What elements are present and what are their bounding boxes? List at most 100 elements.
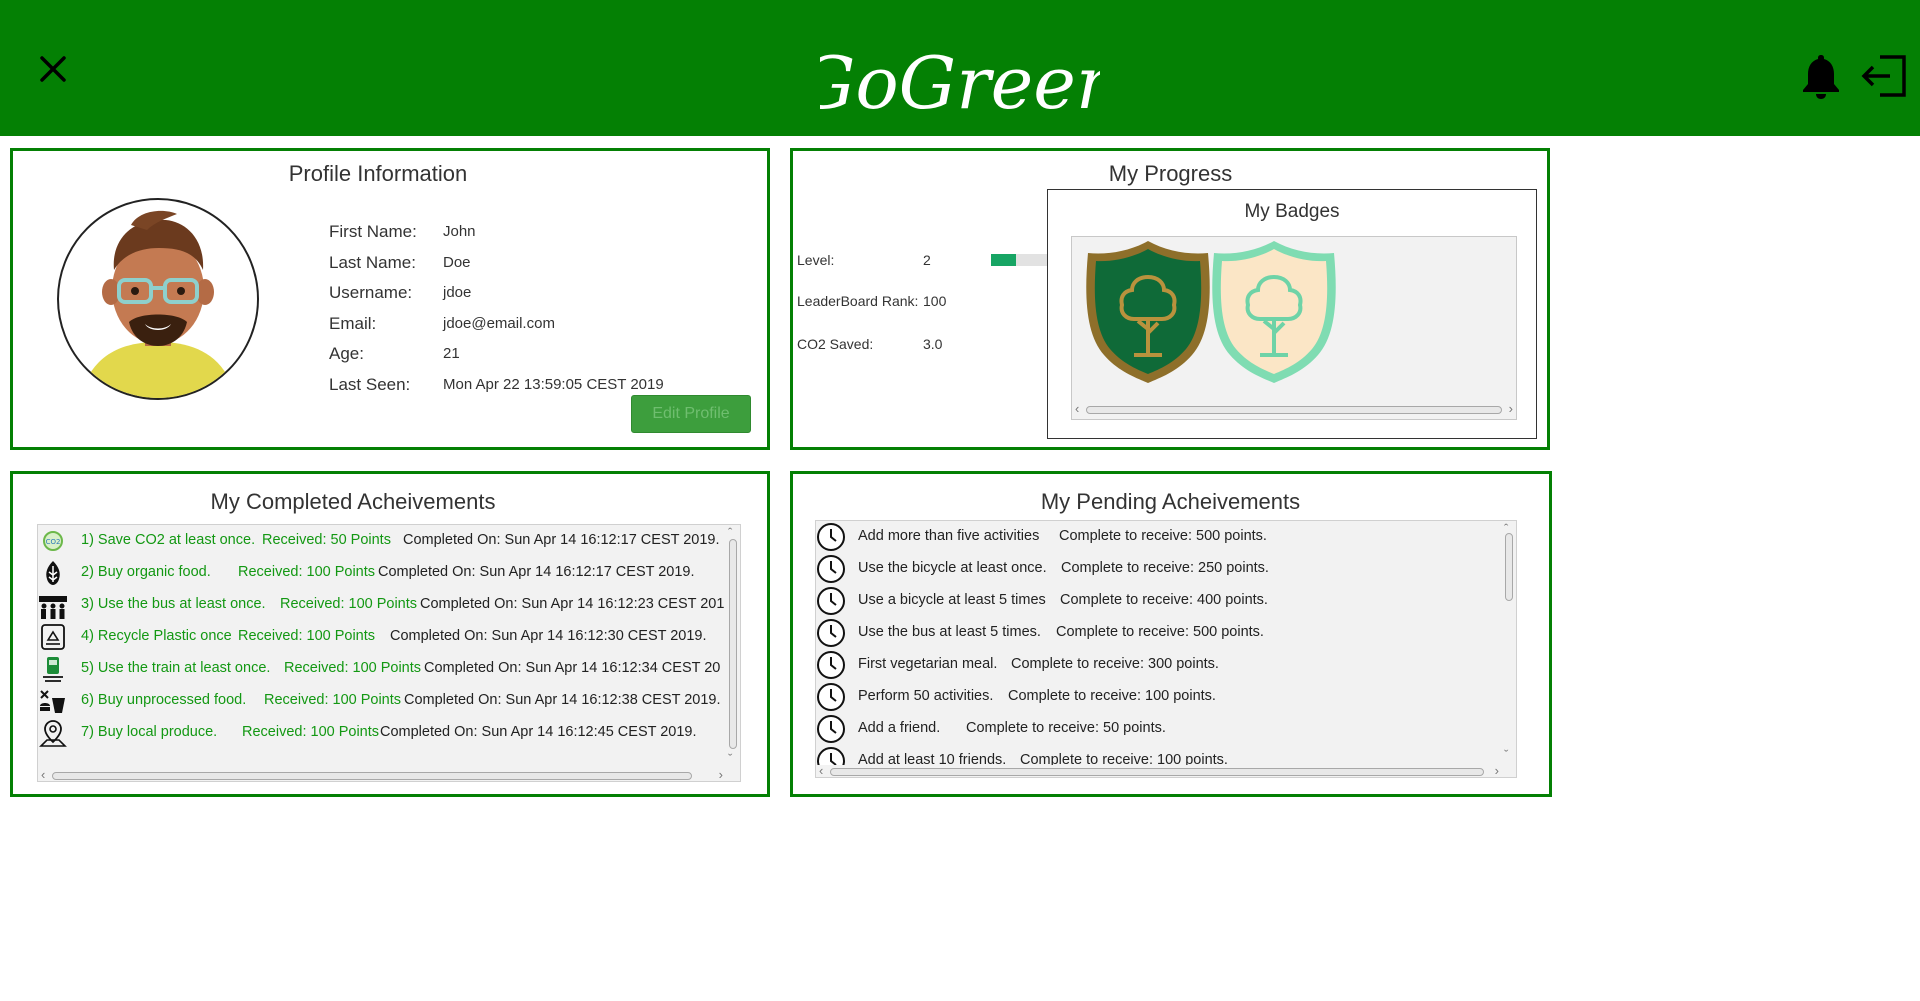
clock-icon (816, 618, 846, 648)
achievement-name: Use the bus at least 5 times. (858, 624, 1041, 640)
scroll-thumb[interactable] (729, 539, 737, 749)
co2-icon: CO2 (38, 526, 68, 556)
list-item[interactable]: CO2 1) Save CO2 at least once. Received:… (38, 525, 728, 557)
completed-vscrollbar[interactable]: ˆ ˇ (726, 525, 740, 769)
scroll-right-icon[interactable]: › (1509, 401, 1513, 416)
unprocessed-food-icon (38, 686, 68, 716)
email-value: jdoe@email.com (443, 314, 555, 332)
bell-icon[interactable] (1800, 52, 1842, 100)
achievement-name: 3) Use the bus at least once. (81, 596, 266, 612)
list-item[interactable]: Use a bicycle at least 5 times Complete … (816, 585, 1504, 617)
achievement-name: 5) Use the train at least once. (81, 660, 271, 676)
badges-list[interactable]: ‹ › (1071, 236, 1517, 420)
list-item[interactable]: First vegetarian meal. Complete to recei… (816, 649, 1504, 681)
completed-list[interactable]: CO2 1) Save CO2 at least once. Received:… (37, 524, 741, 782)
location-pin-icon (38, 718, 68, 748)
achievement-reward: Complete to receive: 500 points. (1059, 528, 1267, 544)
achievement-reward: Received: 100 Points (284, 660, 422, 676)
pending-hscrollbar[interactable]: ‹ › (816, 763, 1502, 777)
organic-food-icon (38, 558, 68, 588)
list-item[interactable]: Use the bus at least 5 times. Complete t… (816, 617, 1504, 649)
list-item[interactable]: 5) Use the train at least once. Received… (38, 653, 728, 685)
achievement-name: 1) Save CO2 at least once. (81, 532, 256, 548)
tree-badge-light[interactable] (1204, 237, 1344, 387)
badges-hscrollbar[interactable]: ‹ › (1072, 401, 1516, 417)
list-item[interactable]: 3) Use the bus at least once. Received: … (38, 589, 728, 621)
scroll-thumb[interactable] (52, 772, 692, 780)
list-item[interactable]: Perform 50 activities. Complete to recei… (816, 681, 1504, 713)
achievement-name: 2) Buy organic food. (81, 564, 211, 580)
level-label: Level: (797, 252, 835, 268)
list-item[interactable]: 6) Buy unprocessed food. Received: 100 P… (38, 685, 728, 717)
field-label: Age: (329, 344, 364, 363)
achievement-name: Use the bicycle at least once. (858, 560, 1047, 576)
list-item[interactable]: Use the bicycle at least once. Complete … (816, 553, 1504, 585)
svg-text:CO2: CO2 (46, 538, 61, 546)
achievement-reward: Received: 100 Points (238, 628, 376, 644)
scroll-right-icon[interactable]: › (719, 767, 723, 781)
scroll-up-icon[interactable]: ˆ (728, 525, 732, 540)
achievement-date: Completed On: Sun Apr 14 16:12:17 CEST 2… (403, 532, 720, 548)
scroll-right-icon[interactable]: › (1495, 763, 1499, 777)
scroll-thumb[interactable] (830, 768, 1484, 776)
scroll-left-icon[interactable]: ‹ (1075, 401, 1079, 416)
edit-profile-button[interactable]: Edit Profile (631, 395, 751, 433)
rank-label: LeaderBoard Rank: (797, 293, 919, 309)
brand-logo: GoGreen (798, 30, 1122, 125)
achievement-date: Completed On: Sun Apr 14 16:12:34 CEST 2… (424, 660, 721, 676)
badges-title: My Badges (1244, 201, 1340, 222)
list-item[interactable]: 4) Recycle Plastic once Received: 100 Po… (38, 621, 728, 653)
close-icon[interactable] (36, 52, 70, 86)
achievement-reward: Received: 100 Points (242, 724, 380, 740)
achievement-date: Completed On: Sun Apr 14 16:12:38 CEST 2… (404, 692, 721, 708)
profile-labels: First Name: Last Name: Username: Email: … (329, 222, 417, 405)
clock-icon (816, 714, 846, 744)
achievement-date: Completed On: Sun Apr 14 16:12:17 CEST 2… (378, 564, 695, 580)
clock-icon (816, 522, 846, 552)
achievement-reward: Received: 50 Points (262, 532, 391, 548)
achievement-date: Completed On: Sun Apr 14 16:12:30 CEST 2… (390, 628, 707, 644)
progress-title: My Progress (1108, 161, 1233, 186)
scroll-down-icon[interactable]: ˇ (1504, 747, 1508, 762)
pending-list[interactable]: Add more than five activities Complete t… (815, 520, 1517, 778)
achievement-date: Completed On: Sun Apr 14 16:12:45 CEST 2… (380, 724, 697, 740)
achievement-name: 6) Buy unprocessed food. (81, 692, 247, 708)
list-item[interactable]: 2) Buy organic food. Received: 100 Point… (38, 557, 728, 589)
badges-box: My Badges ‹ › (1047, 189, 1537, 439)
achievement-reward: Received: 100 Points (238, 564, 376, 580)
completed-title: My Completed Acheivements (210, 489, 496, 514)
achievement-name: Use a bicycle at least 5 times (858, 592, 1046, 608)
list-item[interactable]: Add more than five activities Complete t… (816, 521, 1504, 553)
field-label: Email: (329, 313, 377, 333)
achievement-name: 7) Buy local produce. (81, 724, 218, 740)
progress-panel: My Progress Level: 2 LeaderBoard Rank: 1… (790, 148, 1550, 450)
profile-panel: Profile Information First Name: Last Nam… (10, 148, 770, 450)
scroll-left-icon[interactable]: ‹ (819, 763, 823, 777)
rank-value: 100 (923, 293, 947, 309)
achievement-reward: Complete to receive: 100 points. (1008, 688, 1216, 704)
clock-icon (816, 586, 846, 616)
first-name-value: John (443, 223, 476, 240)
scroll-thumb[interactable] (1505, 533, 1513, 601)
level-value: 2 (923, 252, 931, 268)
list-item[interactable]: 7) Buy local produce. Received: 100 Poin… (38, 717, 728, 749)
profile-title: Profile Information (288, 161, 468, 186)
co2-value: 3.0 (923, 336, 943, 352)
age-value: 21 (443, 345, 460, 362)
level-progress-bar (991, 254, 1047, 266)
achievement-date: Completed On: Sun Apr 14 16:12:23 CEST 2… (420, 596, 725, 612)
completed-hscrollbar[interactable]: ‹ › (38, 767, 726, 781)
logout-icon[interactable] (1860, 54, 1908, 98)
achievement-reward: Complete to receive: 300 points. (1011, 656, 1219, 672)
pending-vscrollbar[interactable]: ˆ ˇ (1502, 521, 1516, 765)
scroll-left-icon[interactable]: ‹ (41, 767, 45, 781)
tree-badge-dark[interactable] (1078, 237, 1218, 387)
clock-icon (816, 650, 846, 680)
list-item[interactable]: Add a friend. Complete to receive: 50 po… (816, 713, 1504, 745)
achievement-reward: Complete to receive: 250 points. (1061, 560, 1269, 576)
scroll-down-icon[interactable]: ˇ (728, 751, 732, 766)
clock-icon (816, 554, 846, 584)
profile-values: John Doe jdoe jdoe@email.com 21 Mon Apr … (443, 223, 664, 406)
scroll-thumb[interactable] (1086, 406, 1502, 414)
field-label: Username: (329, 283, 413, 302)
